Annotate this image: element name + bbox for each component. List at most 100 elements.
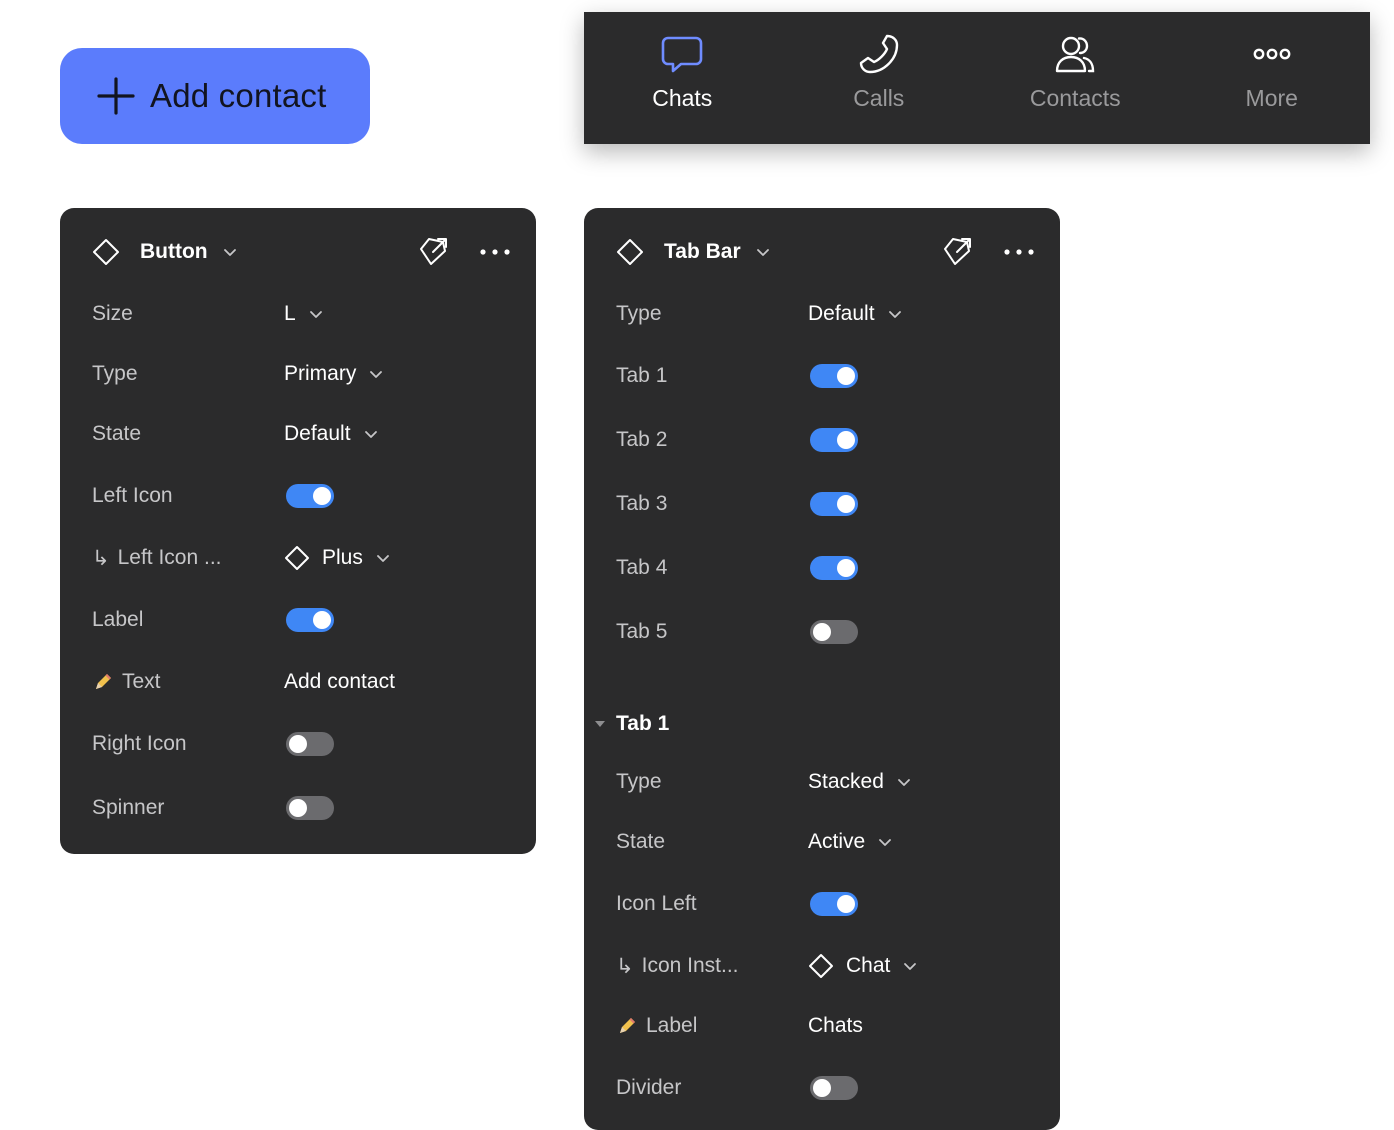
plus-icon bbox=[97, 77, 135, 115]
more-options-icon[interactable] bbox=[1002, 235, 1036, 269]
chevron-down-icon bbox=[370, 371, 383, 378]
prop-label-label: Label bbox=[92, 608, 144, 631]
chevron-down-icon bbox=[376, 555, 389, 562]
label-toggle[interactable] bbox=[286, 608, 334, 632]
tab-bar: Chats Calls Contacts More bbox=[584, 12, 1370, 144]
nested-prop-type-label: Type bbox=[616, 770, 662, 793]
tab-5-toggle[interactable] bbox=[810, 620, 858, 644]
toggle-knob bbox=[837, 431, 855, 449]
prop-left-icon-instance-label: Left Icon ... bbox=[117, 546, 222, 569]
left-icon-instance-value: Plus bbox=[322, 546, 363, 569]
state-value: Default bbox=[284, 422, 351, 445]
toggle-knob bbox=[837, 895, 855, 913]
component-selector[interactable]: Tab Bar bbox=[644, 240, 771, 264]
toggle-knob bbox=[837, 495, 855, 513]
chat-bubble-icon bbox=[661, 36, 703, 73]
label-value-input[interactable]: Chats bbox=[808, 1014, 863, 1038]
prop-label: Label bbox=[92, 600, 512, 640]
tab-4-toggle[interactable] bbox=[810, 556, 858, 580]
add-contact-button[interactable]: Add contact bbox=[60, 48, 370, 144]
component-diamond-icon bbox=[93, 239, 119, 265]
tab-more[interactable]: More bbox=[1174, 12, 1371, 144]
nested-state-select[interactable]: Active bbox=[808, 830, 893, 854]
prop-tab-2: Tab 2 bbox=[616, 420, 1036, 460]
chevron-down-icon bbox=[904, 963, 917, 970]
prop-spinner-label: Spinner bbox=[92, 796, 165, 819]
go-to-main-component-icon[interactable] bbox=[940, 235, 974, 269]
prop-tab-4: Tab 4 bbox=[616, 548, 1036, 588]
toggle-knob bbox=[813, 1079, 831, 1097]
prop-tab-5-label: Tab 5 bbox=[616, 620, 668, 643]
nested-prop-type: Type Stacked bbox=[616, 762, 1036, 802]
component-selector[interactable]: Button bbox=[120, 240, 238, 264]
toggle-knob bbox=[313, 611, 331, 629]
nested-arrow-icon: ↳ bbox=[616, 954, 634, 978]
prop-type-label: Type bbox=[616, 302, 662, 325]
left-icon-instance-select[interactable]: Plus bbox=[284, 545, 391, 571]
type-select[interactable]: Default bbox=[808, 302, 903, 326]
size-select[interactable]: L bbox=[284, 302, 324, 326]
prop-state: State Default bbox=[92, 414, 512, 454]
prop-type-label: Type bbox=[92, 362, 138, 385]
prop-size-label: Size bbox=[92, 302, 133, 325]
panel-header: Tab Bar bbox=[616, 232, 1036, 272]
toggle-knob bbox=[837, 367, 855, 385]
icon-left-toggle[interactable] bbox=[810, 892, 858, 916]
tab-chats-label: Chats bbox=[652, 85, 713, 111]
prop-right-icon: Right Icon bbox=[92, 724, 512, 764]
nested-prop-divider-label: Divider bbox=[616, 1076, 682, 1099]
go-to-main-component-icon[interactable] bbox=[416, 235, 450, 269]
tab-calls[interactable]: Calls bbox=[781, 12, 978, 144]
prop-text: Text Add contact bbox=[92, 662, 512, 702]
tab-chats[interactable]: Chats bbox=[584, 12, 781, 144]
nested-prop-icon-left-label: Icon Left bbox=[616, 892, 697, 915]
prop-tab-2-label: Tab 2 bbox=[616, 428, 668, 451]
nested-prop-label-label: Label bbox=[646, 1014, 698, 1037]
size-value: L bbox=[284, 302, 296, 325]
prop-tab-3: Tab 3 bbox=[616, 484, 1036, 524]
chevron-down-icon bbox=[756, 249, 769, 256]
tab-2-toggle[interactable] bbox=[810, 428, 858, 452]
spinner-toggle[interactable] bbox=[286, 796, 334, 820]
tab-more-label: More bbox=[1245, 85, 1298, 111]
icon-instance-select[interactable]: Chat bbox=[808, 953, 918, 979]
prop-text-label: Text bbox=[122, 670, 161, 693]
nested-prop-divider: Divider bbox=[616, 1068, 1036, 1108]
chevron-down-icon bbox=[309, 311, 322, 318]
nested-tab-1-section-toggle[interactable]: Tab 1 bbox=[594, 704, 669, 744]
divider-toggle[interactable] bbox=[810, 1076, 858, 1100]
state-select[interactable]: Default bbox=[284, 422, 379, 446]
type-value: Primary bbox=[284, 362, 357, 385]
chevron-down-icon bbox=[897, 779, 910, 786]
type-select[interactable]: Primary bbox=[284, 362, 384, 386]
nested-arrow-icon: ↳ bbox=[92, 546, 110, 570]
prop-size: Size L bbox=[92, 294, 512, 334]
tab-contacts-label: Contacts bbox=[1029, 85, 1121, 111]
tab-contacts[interactable]: Contacts bbox=[977, 12, 1174, 144]
more-options-icon[interactable] bbox=[478, 235, 512, 269]
text-value-input[interactable]: Add contact bbox=[284, 670, 395, 694]
more-dots-icon bbox=[1253, 48, 1291, 60]
users-icon bbox=[1056, 36, 1095, 73]
prop-left-icon: Left Icon bbox=[92, 476, 512, 516]
prop-left-icon-label: Left Icon bbox=[92, 484, 173, 507]
right-icon-toggle[interactable] bbox=[286, 732, 334, 756]
tab-3-toggle[interactable] bbox=[810, 492, 858, 516]
prop-spinner: Spinner bbox=[92, 788, 512, 828]
prop-right-icon-label: Right Icon bbox=[92, 732, 187, 755]
chevron-down-icon bbox=[888, 311, 901, 318]
prop-left-icon-instance: ↳ Left Icon ... Plus bbox=[92, 538, 512, 578]
phone-icon bbox=[859, 34, 898, 74]
nested-type-select[interactable]: Stacked bbox=[808, 770, 912, 794]
nested-prop-icon-instance-label: Icon Inst... bbox=[641, 954, 739, 977]
chevron-down-icon bbox=[364, 431, 377, 438]
panel-title: Tab Bar bbox=[664, 240, 741, 263]
toggle-knob bbox=[289, 735, 307, 753]
panel-header: Button bbox=[92, 232, 512, 272]
add-contact-label: Add contact bbox=[150, 77, 327, 114]
left-icon-toggle[interactable] bbox=[286, 484, 334, 508]
tab-1-toggle[interactable] bbox=[810, 364, 858, 388]
toggle-knob bbox=[813, 623, 831, 641]
prop-type: Type Primary bbox=[92, 354, 512, 394]
prop-state-label: State bbox=[92, 422, 142, 445]
